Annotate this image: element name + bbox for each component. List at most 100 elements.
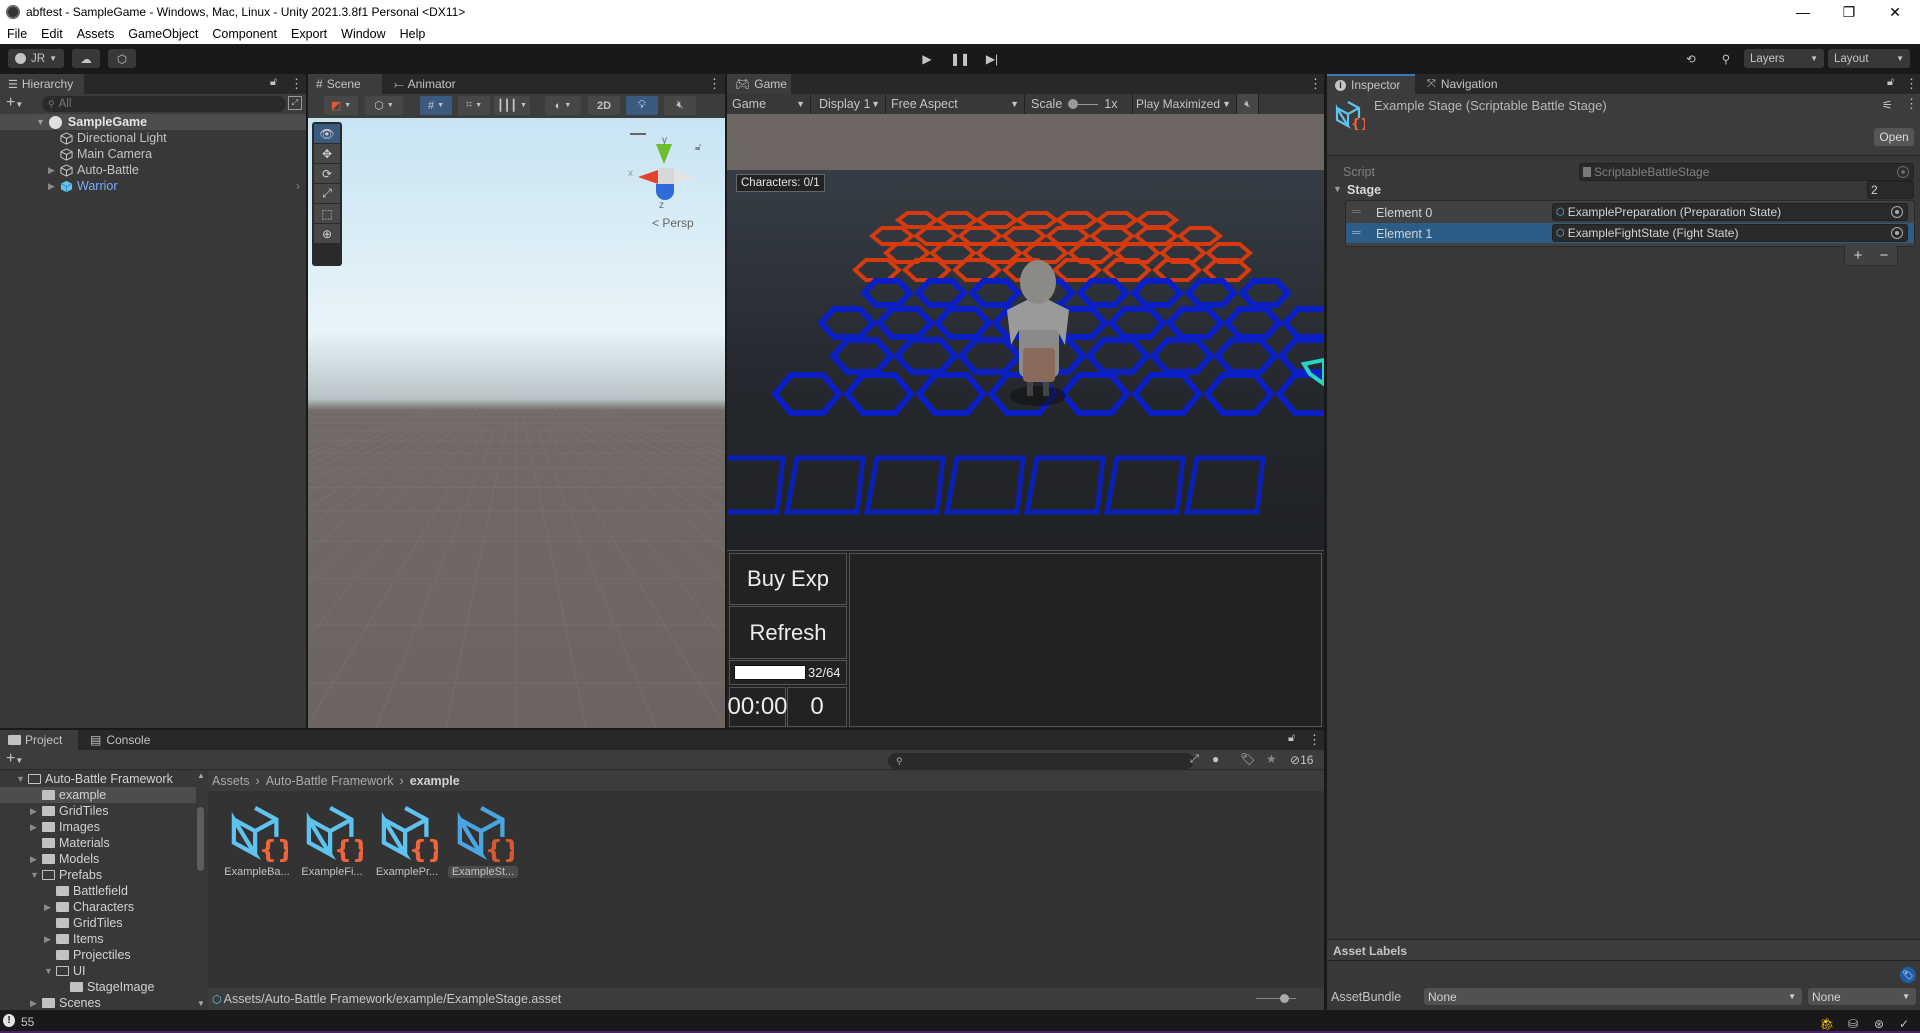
- collapse-arrow-icon[interactable]: ▼: [16, 774, 28, 784]
- hex-tile[interactable]: [894, 211, 940, 229]
- search-expand-icon[interactable]: ⤢: [1190, 753, 1199, 766]
- hierarchy-item[interactable]: Main Camera: [0, 146, 306, 162]
- element-value-field[interactable]: ⬡ ExampleFightState (Fight State): [1552, 224, 1908, 242]
- tab-inspector[interactable]: i Inspector: [1327, 74, 1415, 94]
- draw-mode-dropdown[interactable]: ◩ ▼: [324, 96, 358, 115]
- maximize-button[interactable]: ❐: [1826, 0, 1872, 24]
- hex-tile[interactable]: [956, 337, 1024, 375]
- mute-audio-button[interactable]: 🔇︎: [1237, 94, 1259, 114]
- layers-dropdown[interactable]: Layers ▼: [1744, 49, 1824, 68]
- search-button[interactable]: ⚲: [1713, 49, 1739, 68]
- close-button[interactable]: ✕: [1872, 0, 1918, 24]
- undo-history-button[interactable]: ⟲: [1678, 49, 1704, 68]
- expand-arrow-icon[interactable]: ▶: [30, 806, 42, 817]
- hex-tile[interactable]: [843, 372, 915, 416]
- hex-tile[interactable]: [1088, 226, 1136, 246]
- asset-item[interactable]: {} ExampleFi...: [297, 800, 367, 884]
- lighting-toggle-button[interactable]: 💡︎: [626, 96, 658, 115]
- drag-handle-icon[interactable]: ═: [1352, 204, 1361, 218]
- breadcrumb-item[interactable]: Auto-Battle Framework: [266, 774, 394, 788]
- scale-tool-button[interactable]: ⤢: [314, 184, 340, 204]
- grid-toggle-button[interactable]: # ▼: [420, 96, 452, 115]
- tab-hierarchy[interactable]: ☰ Hierarchy: [0, 74, 84, 94]
- rotate-tool-button[interactable]: ⟳: [314, 164, 340, 184]
- more-options-icon[interactable]: ⋮: [1308, 732, 1321, 748]
- gizmo-y-cone[interactable]: [656, 144, 672, 164]
- gizmo-lock-icon[interactable]: 🔓︎: [695, 142, 701, 153]
- view-dropdown[interactable]: Game ▼: [727, 94, 811, 114]
- folder-tree-item[interactable]: Projectiles: [0, 947, 196, 963]
- hex-tile[interactable]: [952, 258, 1002, 282]
- hex-tile[interactable]: [915, 372, 987, 416]
- tab-console[interactable]: ▤ Console: [82, 730, 162, 750]
- hex-tile[interactable]: [912, 226, 960, 246]
- hierarchy-item[interactable]: Directional Light: [0, 130, 306, 146]
- script-field[interactable]: ScriptableBattleStage: [1579, 163, 1914, 181]
- drag-handle-icon[interactable]: ═: [1352, 225, 1361, 239]
- transform-tool-button[interactable]: ⊕: [314, 224, 340, 244]
- hex-tile[interactable]: [1203, 372, 1275, 416]
- hex-tile[interactable]: [852, 258, 902, 282]
- tree-scrollbar[interactable]: ▲ ▼: [196, 771, 206, 1010]
- folder-tree-item[interactable]: Materials: [0, 835, 196, 851]
- open-prefab-arrow-icon[interactable]: ›: [296, 179, 300, 193]
- gizmo-z-cone[interactable]: [656, 184, 674, 200]
- hex-tile[interactable]: [1164, 306, 1226, 340]
- view-tool-button[interactable]: 👁︎: [314, 124, 340, 144]
- collapse-arrow-icon[interactable]: ▼: [44, 966, 56, 976]
- hex-tile[interactable]: [1052, 258, 1102, 282]
- hierarchy-item[interactable]: ▶ Auto-Battle: [0, 162, 306, 178]
- object-picker-icon[interactable]: [1891, 206, 1903, 218]
- move-tool-button[interactable]: ✥: [314, 144, 340, 164]
- icon-size-slider-track[interactable]: [1256, 998, 1296, 999]
- menu-file[interactable]: File: [0, 27, 34, 41]
- bench-tile[interactable]: [943, 455, 1026, 515]
- increment-snap-dropdown[interactable]: ┃┃┃ ▼: [494, 96, 530, 115]
- scroll-down-icon[interactable]: ▼: [197, 999, 205, 1008]
- auto-generate-lighting-icon[interactable]: ⊛: [1870, 1017, 1888, 1031]
- collapse-arrow-icon[interactable]: ▼: [30, 870, 42, 880]
- asset-item[interactable]: {} ExamplePr...: [372, 800, 442, 884]
- hex-tile[interactable]: [1132, 226, 1180, 246]
- scene-viewport[interactable]: 👁︎ ✥ ⟳ ⤢ ⬚ ⊕ 🔓︎ y x z < Persp: [308, 118, 725, 728]
- folder-tree-item[interactable]: ▶ Models: [0, 851, 196, 867]
- hex-tile[interactable]: [1276, 337, 1324, 375]
- hex-tile[interactable]: [771, 372, 843, 416]
- hierarchy-search-input[interactable]: ⚲ All: [42, 96, 286, 112]
- scroll-up-icon[interactable]: ▲: [197, 771, 205, 780]
- scrollbar-thumb[interactable]: [197, 807, 204, 871]
- expand-arrow-icon[interactable]: ▶: [30, 822, 42, 833]
- toggle-2d-button[interactable]: 2D: [588, 96, 620, 115]
- snap-dropdown[interactable]: ⌗ ▼: [458, 96, 490, 115]
- hidden-packages-toggle[interactable]: ⊘16: [1290, 753, 1313, 767]
- asset-item-selected[interactable]: {} ExampleSt...: [448, 800, 518, 884]
- folder-tree-item[interactable]: ▶ Images: [0, 819, 196, 835]
- expand-arrow-icon[interactable]: ▶: [30, 854, 42, 865]
- folder-tree-item[interactable]: StageImage: [0, 979, 196, 995]
- menu-assets[interactable]: Assets: [70, 27, 122, 41]
- hex-tile[interactable]: [1014, 211, 1060, 229]
- render-mode-dropdown[interactable]: ⬡ ▼: [365, 96, 403, 115]
- tab-animator[interactable]: ⤚ Animator: [386, 74, 476, 94]
- hex-tile[interactable]: [816, 306, 878, 340]
- create-asset-button[interactable]: +▼: [6, 750, 23, 768]
- hierarchy-item[interactable]: ▶ Warrior ›: [0, 178, 306, 194]
- search-expand-icon[interactable]: ⤢: [288, 96, 302, 110]
- create-button[interactable]: +▼: [6, 94, 23, 112]
- bench-tile[interactable]: [727, 455, 786, 515]
- menu-help[interactable]: Help: [393, 27, 433, 41]
- assetbundle-variant-dropdown[interactable]: None ▼: [1808, 988, 1916, 1005]
- list-item[interactable]: ═ Element 1 ⬡ ExampleFightState (Fight S…: [1346, 223, 1914, 243]
- remove-element-button[interactable]: −: [1880, 247, 1889, 264]
- hex-tile[interactable]: [859, 278, 915, 308]
- game-viewport[interactable]: Characters: 0/1 Buy Exp Refresh 32/64 00…: [727, 114, 1324, 728]
- folder-tree-item[interactable]: Battlefield: [0, 883, 196, 899]
- scene-row[interactable]: ▼ SampleGame: [0, 114, 306, 130]
- lock-icon[interactable]: 🔓︎: [1887, 76, 1894, 89]
- account-dropdown[interactable]: JR ▼: [8, 49, 64, 68]
- hex-tile[interactable]: [1183, 278, 1239, 308]
- lock-icon[interactable]: 🔓︎: [270, 76, 277, 89]
- object-picker-icon[interactable]: [1891, 227, 1903, 239]
- hex-tile[interactable]: [913, 278, 969, 308]
- more-options-icon[interactable]: ⋮: [1905, 76, 1918, 92]
